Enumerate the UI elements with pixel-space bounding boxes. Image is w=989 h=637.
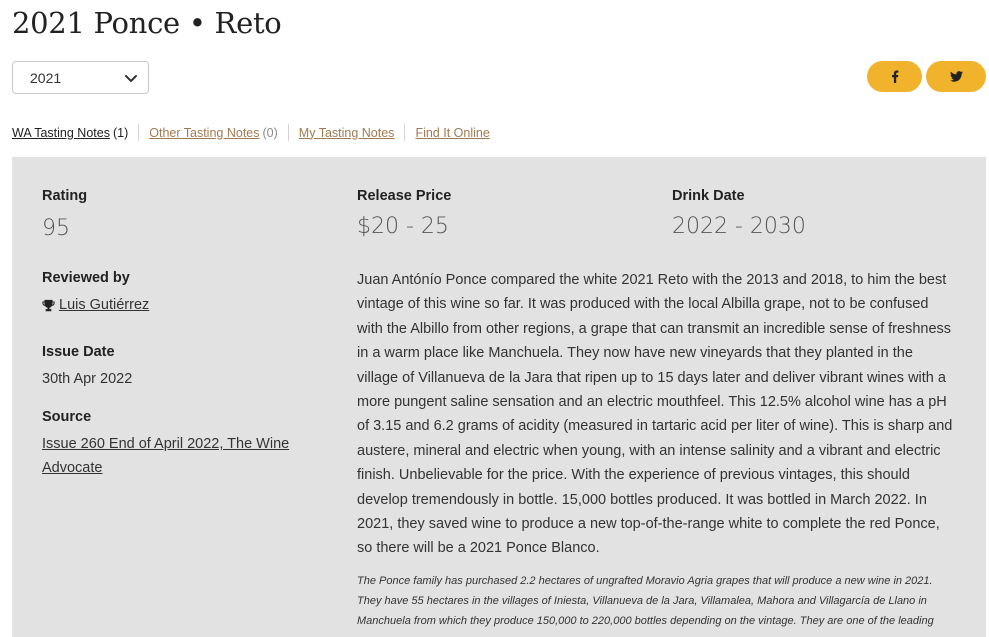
source-label: Source — [42, 409, 92, 425]
tab-label: My Tasting Notes — [298, 125, 395, 140]
tab-label: WA Tasting Notes — [12, 125, 110, 140]
review-text: Juan Antónío Ponce compared the white 20… — [357, 272, 953, 557]
tab-label: Other Tasting Notes — [149, 125, 260, 140]
reviewer-link[interactable]: Luis Gutiérrez — [59, 297, 149, 313]
tab-my-tasting-notes[interactable]: My Tasting Notes — [299, 126, 395, 140]
drink-date-value: 2022 - 2030 — [672, 214, 806, 239]
tasting-note-panel: Rating 95 Release Price $20 - 25 Drink D… — [12, 157, 986, 637]
release-price-value: $20 - 25 — [357, 214, 449, 239]
twitter-icon — [949, 71, 963, 82]
trophy-icon — [42, 299, 55, 311]
rating-label: Rating — [42, 188, 88, 204]
tab-label: Find It Online — [415, 125, 490, 140]
tab-divider — [287, 124, 289, 141]
page-title: 2021 Ponce • Reto — [12, 6, 282, 40]
source-link[interactable]: Issue 260 End of April 2022, The Wine Ad… — [42, 432, 302, 480]
facebook-share-button[interactable] — [867, 61, 922, 92]
tab-find-it-online[interactable]: Find It Online — [415, 126, 489, 140]
tab-count: (1) — [112, 125, 129, 140]
tab-other-tasting-notes[interactable]: Other Tasting Notes (0) — [149, 126, 278, 140]
rating-value: 95 — [42, 216, 70, 241]
producer-note: The Ponce family has purchased 2.2 hecta… — [357, 575, 934, 627]
reviewed-by-label: Reviewed by — [42, 270, 130, 286]
facebook-icon — [891, 70, 898, 83]
drink-date-label: Drink Date — [672, 188, 745, 204]
twitter-share-button[interactable] — [926, 61, 986, 92]
issue-date-label: Issue Date — [42, 344, 115, 360]
issue-date-value: 30th Apr 2022 — [42, 371, 133, 387]
tab-wa-tasting-notes[interactable]: WA Tasting Notes (1) — [12, 126, 128, 140]
tasting-notes-tabs: WA Tasting Notes (1) Other Tasting Notes… — [12, 124, 490, 141]
vintage-select-value: 2021 — [30, 69, 62, 86]
vintage-select[interactable]: 2021 — [12, 61, 149, 94]
tab-divider — [138, 124, 140, 141]
reviewer: Luis Gutiérrez — [42, 297, 149, 313]
tab-count: (0) — [262, 125, 278, 140]
tab-divider — [404, 124, 406, 141]
chevron-down-icon — [125, 75, 137, 82]
release-price-label: Release Price — [357, 188, 452, 204]
